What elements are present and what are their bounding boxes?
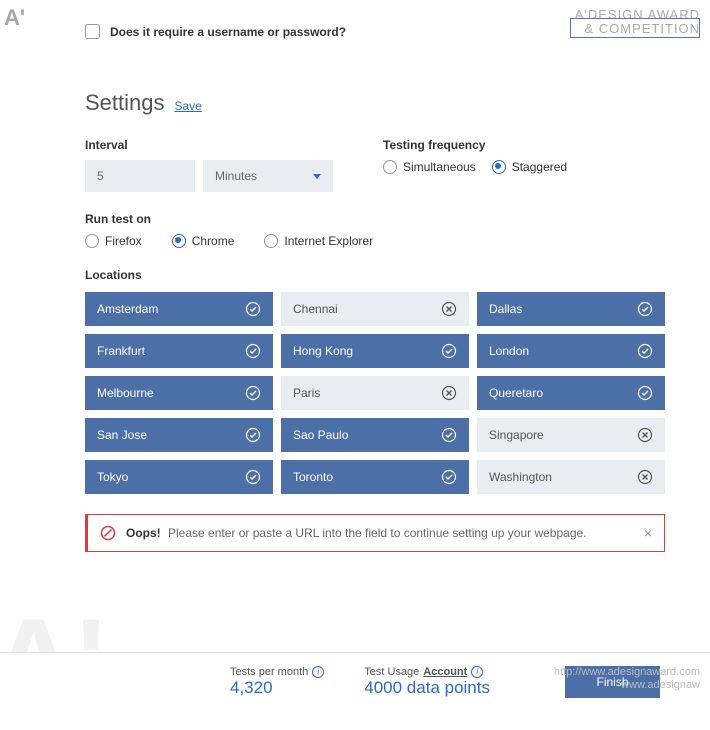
location-name: Queretaro [489, 386, 543, 400]
check-circle-icon [441, 469, 457, 485]
check-circle-icon [245, 469, 261, 485]
location-name: Dallas [489, 302, 522, 316]
interval-value-input[interactable] [85, 160, 195, 192]
save-link[interactable]: Save [175, 99, 202, 113]
frequency-section: Testing frequency Simultaneous Staggered [383, 138, 567, 192]
browser-firefox-radio[interactable]: Firefox [85, 234, 142, 248]
test-usage-metric: Test Usage Account i 4000 data points [364, 666, 490, 698]
x-circle-icon [637, 469, 653, 485]
error-icon [100, 525, 116, 541]
location-name: Frankfurt [97, 344, 145, 358]
check-circle-icon [245, 385, 261, 401]
tests-value: 4,320 [230, 678, 324, 698]
interval-unit-select[interactable]: Minutes [203, 160, 333, 192]
location-chip[interactable]: London [477, 334, 665, 368]
location-chip[interactable]: Dallas [477, 292, 665, 326]
radio-icon [264, 234, 278, 248]
interval-label: Interval [85, 138, 333, 152]
radio-icon [383, 160, 397, 174]
location-chip[interactable]: Hong Kong [281, 334, 469, 368]
radio-icon [492, 160, 506, 174]
location-name: Paris [293, 386, 320, 400]
location-name: Chennai [293, 302, 338, 316]
location-chip[interactable]: Frankfurt [85, 334, 273, 368]
info-icon[interactable]: i [312, 666, 324, 678]
brand-logo-icon: A' [4, 5, 25, 31]
location-name: Amsterdam [97, 302, 158, 316]
location-name: San Jose [97, 428, 147, 442]
location-chip[interactable]: Queretaro [477, 376, 665, 410]
radio-icon [172, 234, 186, 248]
location-chip[interactable]: Amsterdam [85, 292, 273, 326]
location-chip[interactable]: San Jose [85, 418, 273, 452]
browser-chrome-radio[interactable]: Chrome [172, 234, 235, 248]
error-title: Oops! [126, 526, 161, 540]
check-circle-icon [245, 343, 261, 359]
location-chip[interactable]: Singapore [477, 418, 665, 452]
location-chip[interactable]: Paris [281, 376, 469, 410]
location-name: Sao Paulo [293, 428, 348, 442]
caret-down-icon [313, 174, 321, 179]
frequency-label: Testing frequency [383, 138, 567, 152]
frequency-staggered-radio[interactable]: Staggered [492, 160, 567, 174]
check-circle-icon [637, 301, 653, 317]
location-chip[interactable]: Sao Paulo [281, 418, 469, 452]
location-name: London [489, 344, 529, 358]
location-name: Tokyo [97, 470, 128, 484]
browser-label: Run test on [85, 212, 665, 226]
check-circle-icon [441, 427, 457, 443]
tests-per-month-metric: Tests per month i 4,320 [230, 666, 324, 698]
footer: Tests per month i 4,320 Test Usage Accou… [0, 652, 710, 710]
frequency-simultaneous-radio[interactable]: Simultaneous [383, 160, 476, 174]
usage-value: 4000 data points [364, 678, 490, 698]
location-chip[interactable]: Washington [477, 460, 665, 494]
page-title: Settings [85, 90, 165, 116]
x-circle-icon [441, 385, 457, 401]
x-circle-icon [441, 301, 457, 317]
usage-account-link[interactable]: Account [423, 666, 467, 678]
location-chip[interactable]: Chennai [281, 292, 469, 326]
location-chip[interactable]: Melbourne [85, 376, 273, 410]
auth-required-checkbox[interactable] [85, 24, 100, 39]
usage-label-prefix: Test Usage [364, 666, 419, 678]
locations-label: Locations [85, 268, 665, 282]
finish-button[interactable]: Finish [565, 666, 660, 698]
auth-required-label: Does it require a username or password? [110, 25, 346, 39]
tests-label: Tests per month [230, 666, 308, 678]
locations-grid: Amsterdam Chennai Dallas Frankfurt Hong Kong… [85, 292, 665, 494]
check-circle-icon [441, 343, 457, 359]
browser-ie-radio[interactable]: Internet Explorer [264, 234, 373, 248]
check-circle-icon [245, 427, 261, 443]
error-close-button[interactable]: × [644, 525, 652, 541]
location-chip[interactable]: Toronto [281, 460, 469, 494]
browser-section: Run test on Firefox Chrome Internet Expl… [85, 212, 665, 248]
location-chip[interactable]: Tokyo [85, 460, 273, 494]
info-icon[interactable]: i [471, 666, 483, 678]
interval-unit-value: Minutes [215, 169, 257, 183]
location-name: Melbourne [97, 386, 154, 400]
brand-box [570, 18, 700, 38]
error-message: Please enter or paste a URL into the fie… [168, 526, 587, 540]
location-name: Toronto [293, 470, 333, 484]
check-circle-icon [637, 385, 653, 401]
error-alert: Oops! Please enter or paste a URL into t… [85, 514, 665, 552]
check-circle-icon [637, 343, 653, 359]
interval-section: Interval Minutes [85, 138, 333, 192]
location-name: Singapore [489, 428, 544, 442]
location-name: Hong Kong [293, 344, 353, 358]
check-circle-icon [245, 301, 261, 317]
radio-icon [85, 234, 99, 248]
location-name: Washington [489, 470, 552, 484]
x-circle-icon [637, 427, 653, 443]
